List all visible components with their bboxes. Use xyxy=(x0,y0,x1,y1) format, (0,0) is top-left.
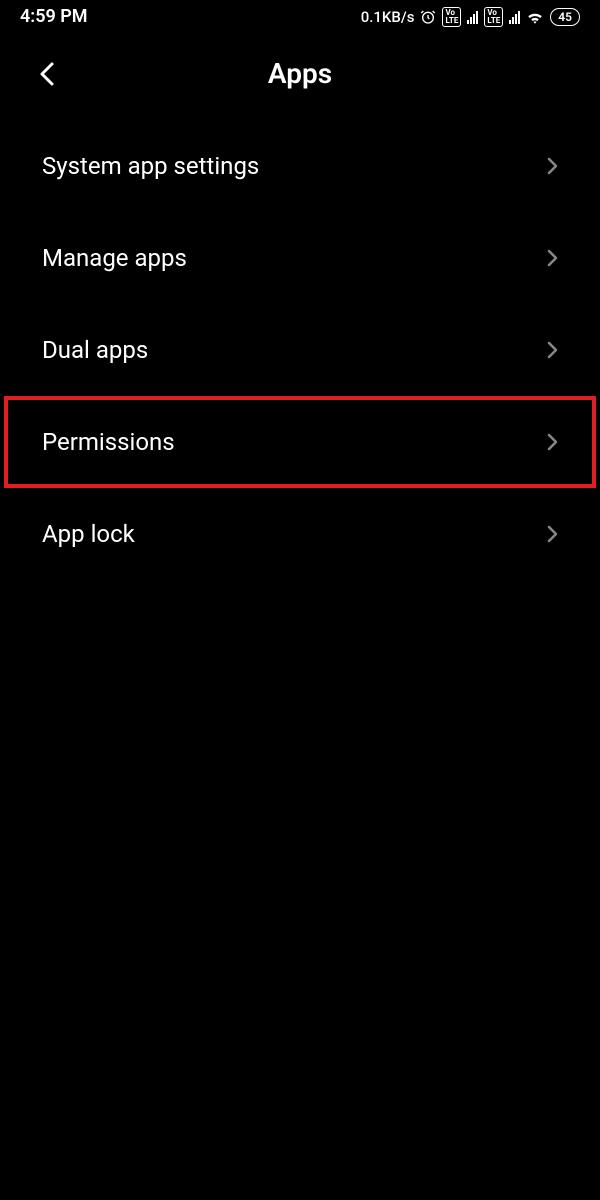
network-speed: 0.1KB/s xyxy=(361,8,415,26)
back-button[interactable] xyxy=(32,59,62,89)
signal-icon-1 xyxy=(467,10,478,24)
battery-indicator: 45 xyxy=(550,8,580,26)
page-title: Apps xyxy=(20,57,580,90)
menu-label: System app settings xyxy=(42,152,259,180)
volte-badge-2: VoLTE xyxy=(484,7,503,27)
signal-icon-2 xyxy=(509,10,520,24)
status-indicators: 0.1KB/s VoLTE VoLTE 45 xyxy=(361,7,580,27)
wifi-icon xyxy=(526,10,544,24)
menu-list: System app settings Manage apps Dual app… xyxy=(0,120,600,580)
menu-label: App lock xyxy=(42,520,135,548)
menu-label: Permissions xyxy=(42,428,175,456)
status-bar: 4:59 PM 0.1KB/s VoLTE VoLTE 45 xyxy=(0,0,600,33)
menu-label: Dual apps xyxy=(42,336,148,364)
chevron-right-icon xyxy=(546,340,558,360)
menu-item-system-app-settings[interactable]: System app settings xyxy=(0,120,600,212)
chevron-right-icon xyxy=(546,524,558,544)
status-time: 4:59 PM xyxy=(20,6,88,27)
menu-item-permissions[interactable]: Permissions xyxy=(4,396,596,488)
menu-item-manage-apps[interactable]: Manage apps xyxy=(0,212,600,304)
menu-item-app-lock[interactable]: App lock xyxy=(0,488,600,580)
menu-item-dual-apps[interactable]: Dual apps xyxy=(0,304,600,396)
chevron-right-icon xyxy=(546,248,558,268)
chevron-right-icon xyxy=(546,432,558,452)
header: Apps xyxy=(0,33,600,120)
volte-badge-1: VoLTE xyxy=(442,7,461,27)
chevron-right-icon xyxy=(546,156,558,176)
menu-label: Manage apps xyxy=(42,244,187,272)
alarm-icon xyxy=(420,9,436,25)
